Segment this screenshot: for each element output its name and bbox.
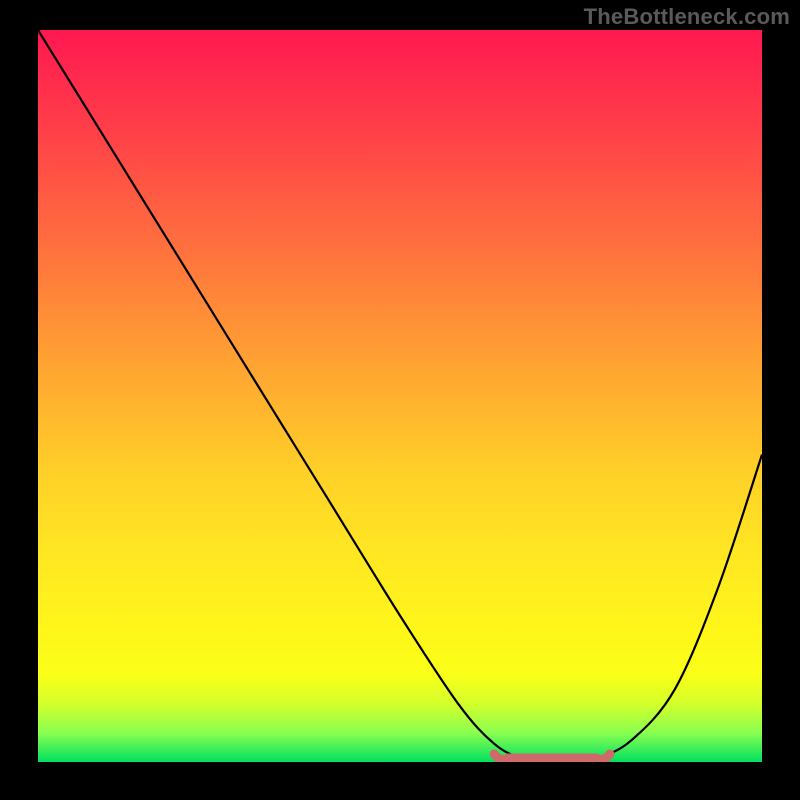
trough-marker bbox=[494, 754, 610, 759]
curve-svg bbox=[38, 30, 762, 762]
plot-area bbox=[38, 30, 762, 762]
watermark-text: TheBottleneck.com bbox=[584, 4, 790, 30]
chart-container: TheBottleneck.com bbox=[0, 0, 800, 800]
bottleneck-curve bbox=[38, 30, 762, 762]
